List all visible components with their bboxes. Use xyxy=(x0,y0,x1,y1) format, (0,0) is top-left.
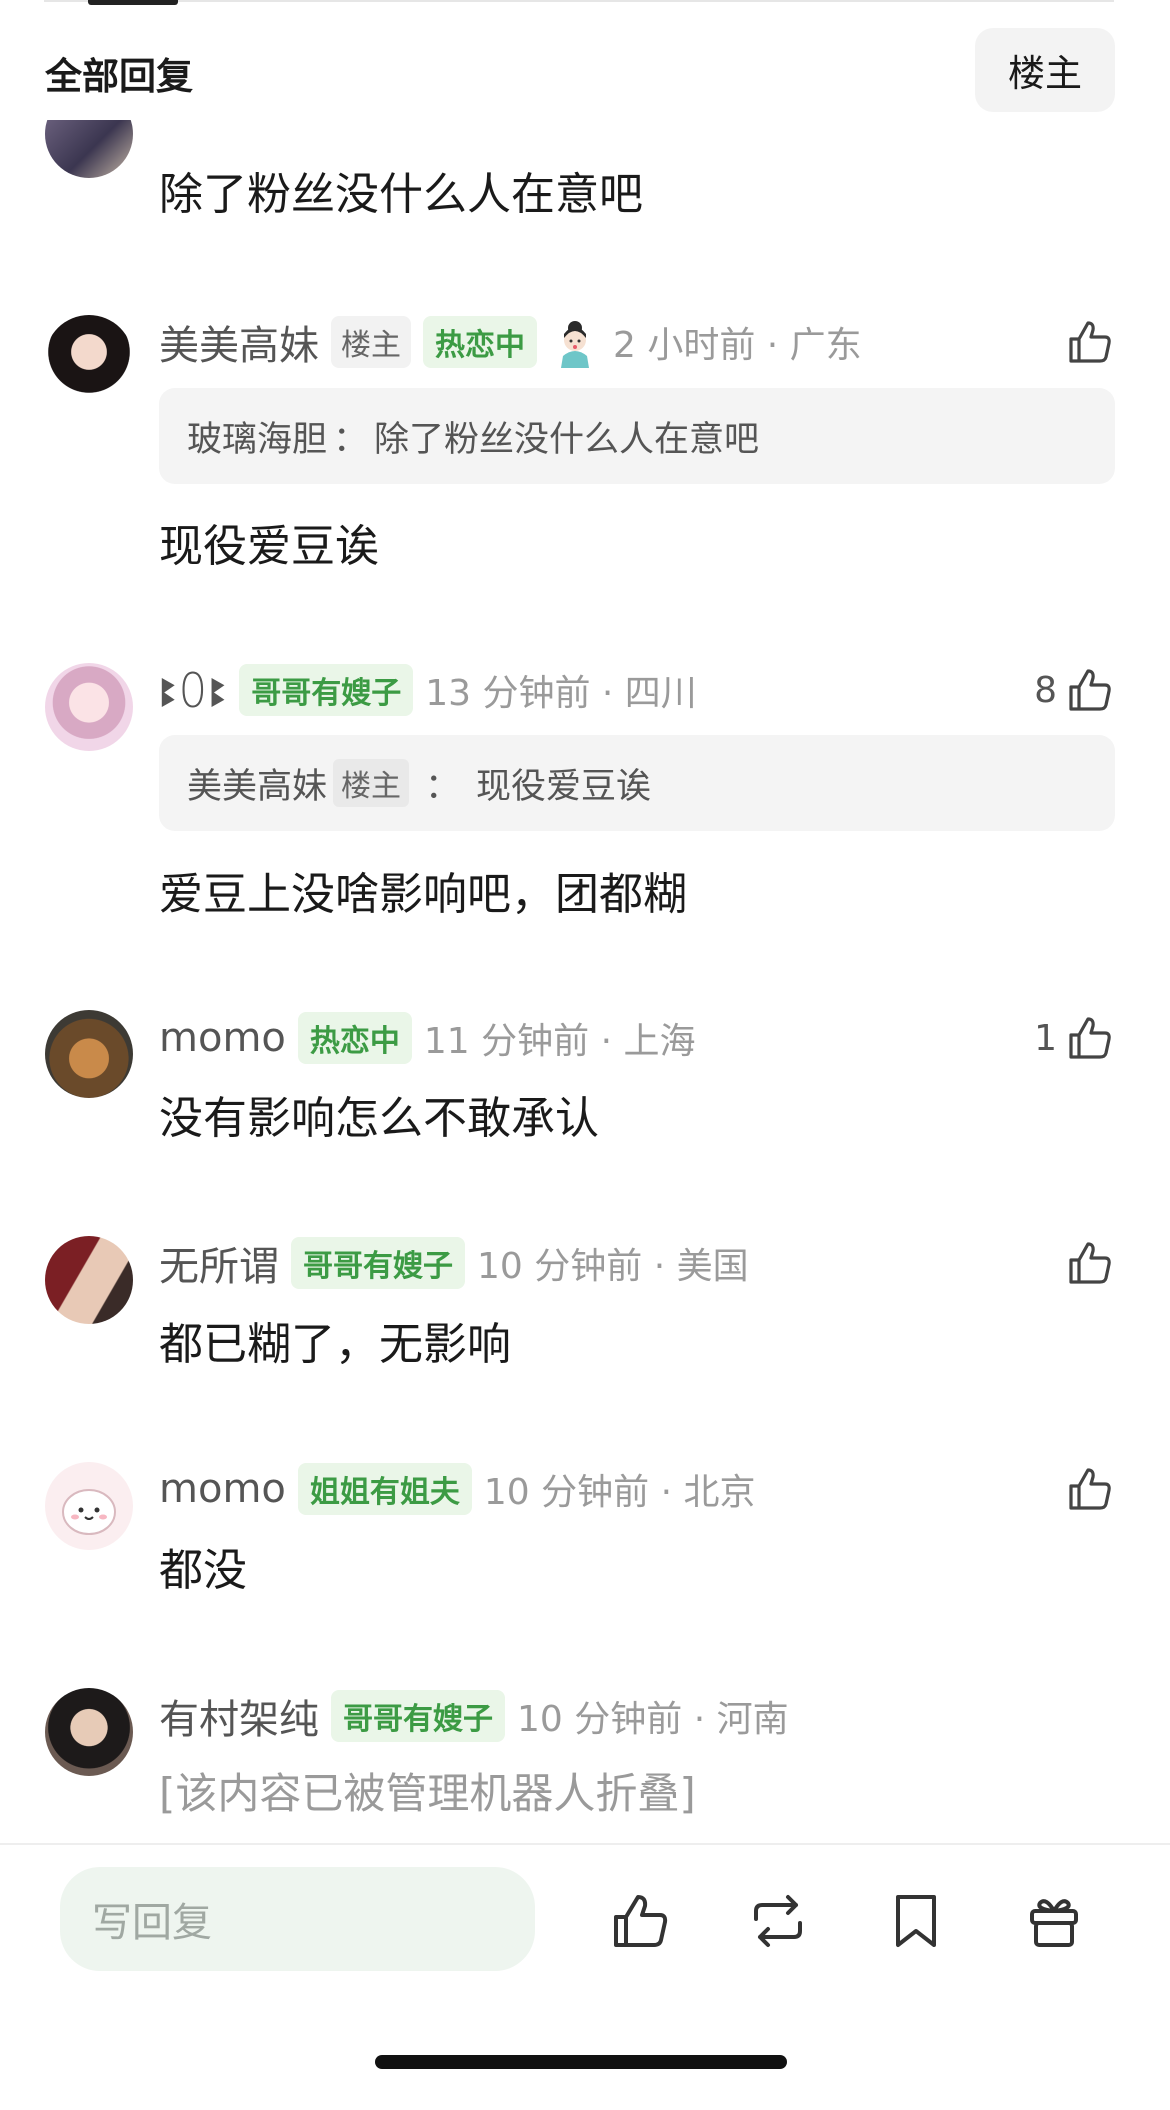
timestamp-location: 13 分钟前 · 四川 xyxy=(425,673,697,714)
timestamp-location: 11 分钟前 · 上海 xyxy=(423,1021,696,1062)
comment-text: 除了粉丝没什么人在意吧 xyxy=(159,169,643,220)
folded-comment-notice[interactable]: [该内容已被管理机器人折叠] xyxy=(159,1760,696,1821)
thumbs-up-icon[interactable] xyxy=(608,1889,672,1953)
thumbs-up-icon xyxy=(1069,1242,1111,1284)
like-button[interactable] xyxy=(1065,1233,1115,1293)
divider xyxy=(44,0,1114,2)
page-title: 全部回复 xyxy=(45,55,193,98)
gift-icon[interactable] xyxy=(1022,1889,1086,1953)
repost-icon[interactable] xyxy=(746,1889,810,1953)
comment-feed[interactable]: 除了粉丝没什么人在意吧 美美高妹 楼主 热恋中 2 小时前 · 广东 玻璃海胆 xyxy=(0,0,1170,1843)
quote-user: 玻璃海胆 xyxy=(187,419,328,460)
avatar-illustration xyxy=(62,1489,116,1535)
like-button[interactable]: 8 xyxy=(1034,660,1115,720)
bookmark-icon[interactable] xyxy=(884,1889,948,1953)
comment-text: 都没 xyxy=(159,1545,247,1596)
comment-text: 现役爱豆诶 xyxy=(159,521,379,572)
like-count: 8 xyxy=(1034,669,1057,711)
like-button[interactable] xyxy=(1065,1459,1115,1519)
avatar[interactable] xyxy=(45,663,133,751)
status-badge: 哥哥有嫂子 xyxy=(239,664,414,716)
quoted-reply[interactable]: 美美高妹 楼主 ： 现役爱豆诶 xyxy=(159,735,1115,831)
op-tag: 楼主 xyxy=(331,316,411,368)
thumbs-up-icon xyxy=(1069,321,1111,363)
like-button[interactable] xyxy=(1065,312,1115,372)
bottom-action-bar: 写回复 xyxy=(0,1843,1170,2110)
username[interactable]: momo xyxy=(159,1466,286,1512)
status-badge: 哥哥有嫂子 xyxy=(331,1690,505,1742)
username[interactable]: ꔪꄲꔪ xyxy=(159,664,227,717)
op-tag: 楼主 xyxy=(333,759,410,807)
home-indicator[interactable] xyxy=(375,2055,787,2069)
like-count: 1 xyxy=(1034,1017,1057,1059)
like-button[interactable]: 1 xyxy=(1034,1008,1115,1068)
reply-input[interactable]: 写回复 xyxy=(60,1867,535,1971)
status-badge: 姐姐有姐夫 xyxy=(297,1463,472,1515)
status-badge: 热恋中 xyxy=(297,1012,412,1064)
username[interactable]: 有村架纯 xyxy=(159,1687,319,1745)
reply-header: 全部回复 楼主 xyxy=(0,0,1170,120)
status-badge: 哥哥有嫂子 xyxy=(291,1237,465,1289)
timestamp-location: 10 分钟前 · 美国 xyxy=(477,1246,749,1287)
username[interactable]: 美美高妹 xyxy=(159,313,319,371)
thumbs-up-icon xyxy=(1069,1017,1111,1059)
timestamp-location: 10 分钟前 · 河南 xyxy=(517,1699,789,1740)
avatar[interactable] xyxy=(45,315,133,403)
quote-separator: ： xyxy=(333,419,369,460)
comment-text: 没有影响怎么不敢承认 xyxy=(159,1093,599,1144)
username[interactable]: momo xyxy=(159,1015,286,1061)
quote-user: 美美高妹 xyxy=(187,766,328,807)
quote-text: 现役爱豆诶 xyxy=(476,766,652,807)
status-badge: 热恋中 xyxy=(423,316,537,368)
thumbs-up-icon xyxy=(1069,1468,1111,1510)
quote-text: 除了粉丝没什么人在意吧 xyxy=(374,419,760,460)
avatar[interactable] xyxy=(45,1236,133,1324)
username[interactable]: 无所谓 xyxy=(159,1234,279,1292)
comment-text: 爱豆上没啥影响吧，团都糊 xyxy=(159,869,687,920)
quote-separator: ： xyxy=(425,766,461,807)
tab-indicator xyxy=(88,0,178,5)
comment-text: 都已糊了，无影响 xyxy=(159,1319,511,1370)
avatar[interactable] xyxy=(45,1010,133,1098)
thumbs-up-icon xyxy=(1069,669,1111,711)
avatar[interactable] xyxy=(45,1462,133,1550)
decor-avatar-icon xyxy=(561,321,589,368)
timestamp-location: 10 分钟前 · 北京 xyxy=(483,1472,756,1513)
quoted-reply[interactable]: 玻璃海胆 ： 除了粉丝没什么人在意吧 xyxy=(159,388,1115,484)
op-only-filter-button[interactable]: 楼主 xyxy=(975,28,1115,112)
avatar[interactable] xyxy=(45,1688,133,1776)
timestamp-location: 2 小时前 · 广东 xyxy=(613,325,862,366)
